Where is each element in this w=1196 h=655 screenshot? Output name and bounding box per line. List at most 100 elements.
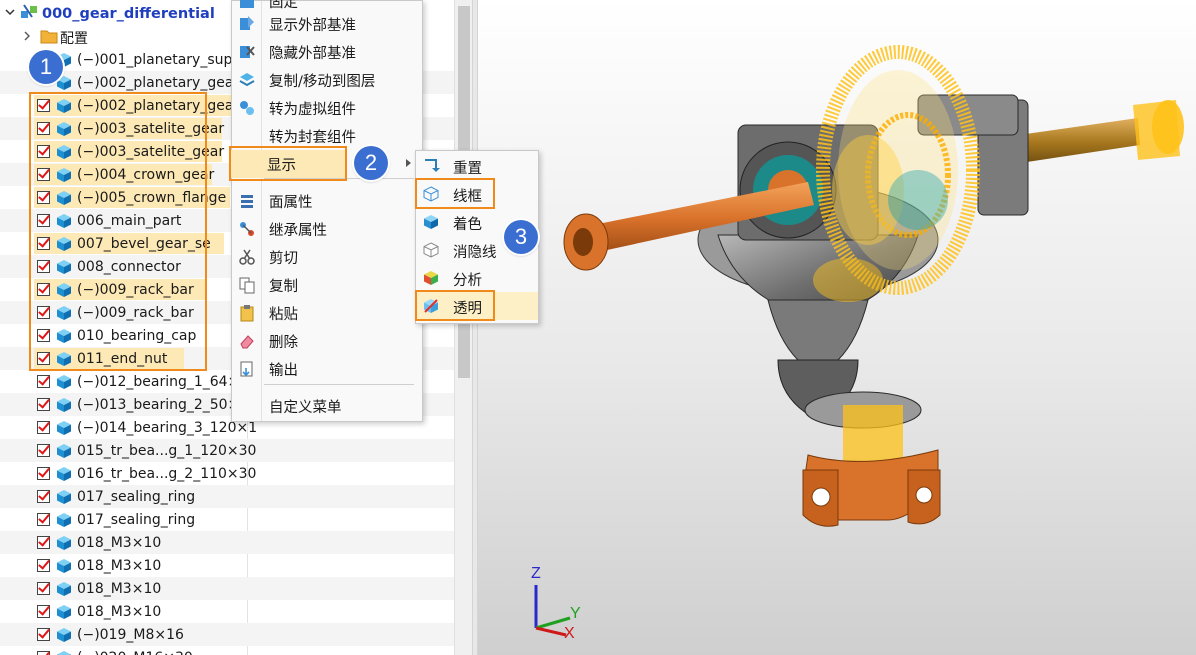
context-menu-item-label: 复制 [269,278,298,295]
part-cube-icon [57,604,71,619]
tree-item-label: 017_sealing_ring [77,511,196,528]
collapse-chevron-icon[interactable] [4,6,18,22]
inherit-properties-icon [240,222,254,236]
context-menu-item[interactable]: 面属性 [232,187,422,215]
assembly-icon [20,3,42,25]
visibility-checkbox[interactable] [37,421,50,434]
tree-scrollbar[interactable] [454,0,472,655]
context-menu-item[interactable]: 粘贴 [232,299,422,327]
tree-root-row[interactable]: 000_gear_differential [0,3,215,25]
visibility-checkbox[interactable] [37,513,50,526]
axis-x-label: X [564,625,575,642]
visibility-checkbox[interactable] [37,628,50,641]
part-cube-icon [57,512,71,527]
context-menu-item-label: 删除 [269,334,298,351]
submenu-item[interactable]: 重置 [416,152,538,180]
visibility-checkbox[interactable] [37,398,50,411]
context-menu-item[interactable]: 显示外部基准 [232,10,422,38]
context-menu-item[interactable]: 删除 [232,327,422,355]
transparent-crown-gear [813,45,980,302]
submenu-item-label: 着色 [453,217,482,233]
context-menu-item-label: 面属性 [269,194,313,211]
tree-item-row[interactable]: (−)020_M16×30 [0,646,247,655]
context-menu: 固定 显示外部基准 隐藏外部基准 复制/移动到图层 转为虚拟组件 转为封套组件 显示 面属性继… [230,0,423,422]
visibility-checkbox[interactable] [37,467,50,480]
context-menu-item-label: 转为虚拟组件 [269,101,356,118]
tree-item-row[interactable]: (−)013_bearing_2_50× [0,393,247,416]
visibility-checkbox[interactable] [37,559,50,572]
tree-item-row[interactable]: 015_tr_bea...g_1_120×30 [0,439,256,462]
tree-item-row[interactable]: (−)019_M8×16 [0,623,247,646]
tree-item-row[interactable]: 016_tr_bea...g_2_110×30 [0,462,256,485]
gear-differential-model [534,45,1184,637]
part-cube-icon [57,466,71,481]
visibility-checkbox[interactable] [37,582,50,595]
part-cube-icon [57,650,71,655]
context-menu-item-label: 复制/移动到图层 [269,73,376,90]
part-cube-icon [57,397,71,412]
part-cube-icon [57,443,71,458]
tree-item-label: (−)001_planetary_supp [77,51,242,68]
tree-item-row[interactable]: (−)014_bearing_3_120×1 [0,416,257,439]
visibility-checkbox[interactable] [37,490,50,503]
step-badge-1: 1 [29,50,63,84]
config-label: 配置 [60,30,88,47]
submenu-item-label: 消隐线 [453,245,497,261]
face-properties-icon [241,195,253,208]
visibility-checkbox[interactable] [37,375,50,388]
analysis-icon [424,271,438,285]
annotation-box-wireframe [415,178,495,209]
tree-item-label: 018_M3×10 [77,580,162,597]
tree-config-row[interactable]: 配置 [0,26,247,49]
part-cube-icon [57,420,71,435]
part-cube-icon [57,489,71,504]
tree-item-row[interactable]: 018_M3×10 [0,577,247,600]
tree-item-row[interactable]: 018_M3×10 [0,554,247,577]
part-cube-icon [57,558,71,573]
part-cube-icon [57,581,71,596]
reset-icon [425,159,440,172]
virtual-component-icon [240,101,254,115]
expand-chevron-icon[interactable] [22,30,36,46]
visibility-checkbox[interactable] [37,651,50,655]
context-menu-item[interactable]: 隐藏外部基准 [232,38,422,66]
hide-datum-icon [240,46,255,58]
context-menu-item-label: 剪切 [269,250,298,267]
3d-viewport[interactable]: Z Y X [478,0,1196,655]
tree-item-row[interactable]: 018_M3×10 [0,600,247,623]
context-menu-item[interactable]: 自定义菜单 [232,392,422,420]
layer-icon [239,73,255,87]
submenu-item-label: 重置 [453,161,482,177]
axis-y-label: Y [570,605,581,622]
context-menu-item[interactable]: 继承属性 [232,215,422,243]
context-menu-item-label: 自定义菜单 [269,399,342,416]
submenu-item-label: 分析 [453,273,482,289]
annotation-box-tree-selection [29,92,207,371]
tree-item-row[interactable]: (−)012_bearing_1_64× [0,370,247,393]
context-menu-item-label: 转为封套组件 [269,129,356,146]
context-menu-item-label: 隐藏外部基准 [269,45,356,62]
tree-item-row[interactable]: 017_sealing_ring [0,508,247,531]
visibility-checkbox[interactable] [37,444,50,457]
part-cube-icon [57,374,71,389]
submenu-item[interactable]: 分析 [416,264,538,292]
hidden-line-icon [423,242,439,258]
tree-item-label: (−)012_bearing_1_64× [77,373,240,390]
axis-z-label: Z [531,565,541,582]
tree-item-row[interactable]: 018_M3×10 [0,531,247,554]
context-menu-item[interactable]: 输出 [232,355,422,383]
tree-item-label: (−)013_bearing_2_50× [77,396,240,413]
context-menu-item[interactable]: 转为虚拟组件 [232,94,422,122]
context-menu-item[interactable]: 复制 [232,271,422,299]
visibility-checkbox[interactable] [37,605,50,618]
tree-item-label: 018_M3×10 [77,557,162,574]
visibility-checkbox[interactable] [37,536,50,549]
context-menu-item[interactable]: 复制/移动到图层 [232,66,422,94]
eraser-icon [240,335,254,349]
tree-item-label: 017_sealing_ring [77,488,196,505]
tree-item-label: (−)020_M16×30 [77,650,193,655]
tree-item-label: (−)019_M8×16 [77,626,184,643]
tree-item-row[interactable]: 017_sealing_ring [0,485,247,508]
show-datum-icon [240,16,254,30]
context-menu-item[interactable]: 剪切 [232,243,422,271]
